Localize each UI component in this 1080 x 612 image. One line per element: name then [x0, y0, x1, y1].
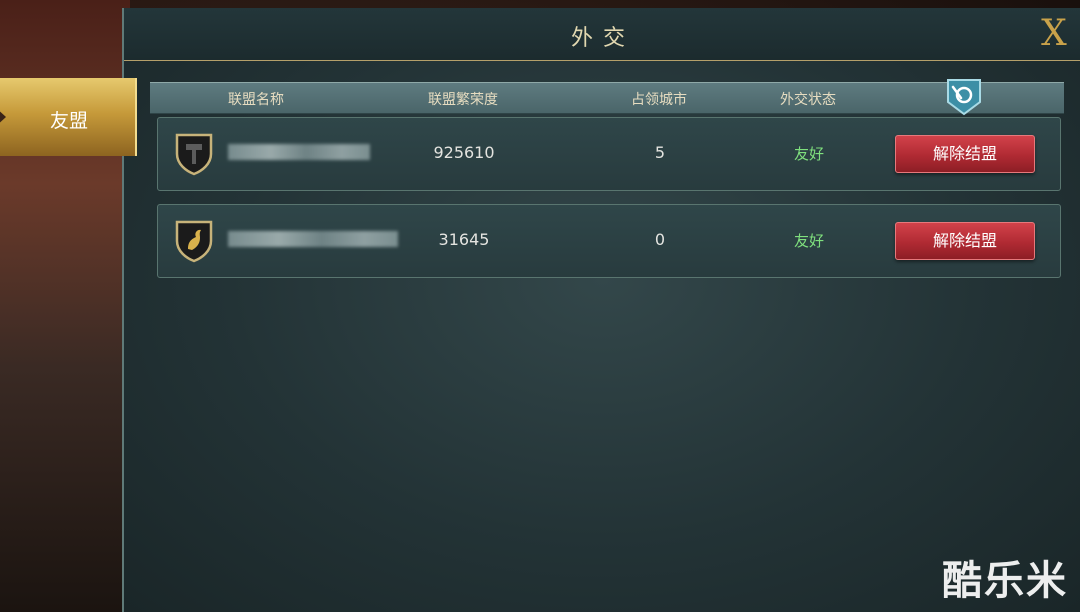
dissolve-alliance-button[interactable]: 解除结盟	[895, 135, 1035, 173]
prosperity-value: 925610	[433, 143, 495, 162]
header-cities: 占领城市	[631, 92, 687, 108]
watermark: 酷乐米	[942, 558, 1068, 604]
close-button[interactable]: X	[1036, 14, 1072, 54]
alliance-emblem-icon	[175, 220, 213, 263]
header-prosperity: 联盟繁荣度	[428, 92, 498, 108]
table-header: 联盟名称 联盟繁荣度 占领城市 外交状态	[150, 82, 1064, 114]
tab-allies[interactable]: 友盟	[0, 78, 137, 156]
title-bar: 外交 X	[124, 8, 1080, 61]
tab-allies-label: 友盟	[50, 110, 89, 132]
alliance-name-obscured	[228, 231, 398, 247]
window-title: 外交	[570, 26, 635, 51]
cities-value: 5	[654, 143, 666, 162]
prosperity-value: 31645	[438, 230, 490, 249]
alliance-emblem-icon	[175, 133, 213, 176]
alliance-name-obscured	[228, 144, 370, 160]
ranking-badge-icon[interactable]	[944, 76, 984, 116]
header-alliance-name: 联盟名称	[228, 92, 284, 108]
dissolve-alliance-button[interactable]: 解除结盟	[895, 222, 1035, 260]
table-row: 31645 0 友好 解除结盟	[157, 204, 1061, 278]
cities-value: 0	[654, 230, 666, 249]
table-row: 925610 5 友好 解除结盟	[157, 117, 1061, 191]
diplomacy-status: 友好	[793, 232, 825, 250]
header-status: 外交状态	[780, 92, 836, 108]
diplomacy-status: 友好	[793, 145, 825, 163]
tab-notch	[0, 106, 6, 128]
